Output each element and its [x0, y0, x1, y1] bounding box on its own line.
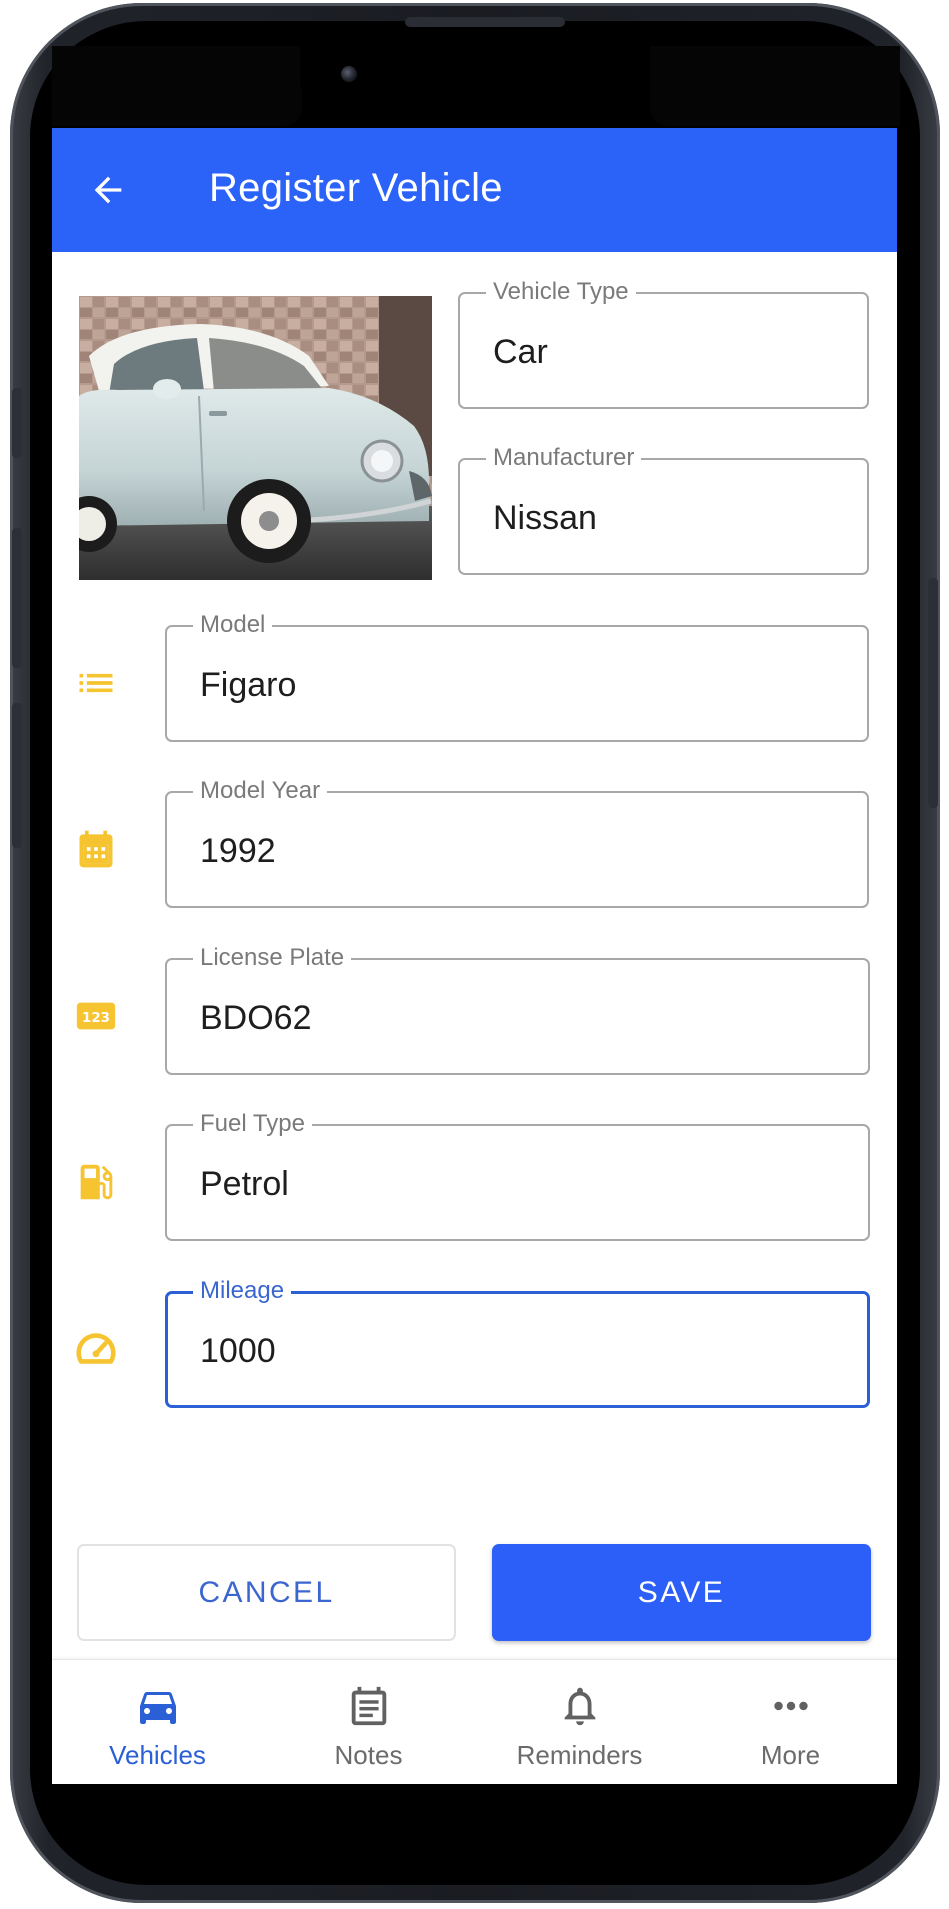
model-year-label: Model Year [193, 776, 328, 806]
mute-switch [12, 388, 22, 458]
fuel-type-field[interactable]: Fuel Type Petrol [165, 1109, 870, 1241]
notes-icon [345, 1682, 393, 1730]
front-camera [341, 66, 357, 82]
manufacturer-label: Manufacturer [486, 443, 642, 473]
model-label: Model [193, 610, 273, 640]
volume-down-button [12, 703, 22, 848]
status-area-right [650, 46, 900, 126]
vehicle-type-value: Car [493, 333, 548, 371]
back-button[interactable] [82, 164, 134, 216]
mileage-value: 1000 [200, 1332, 276, 1370]
license-plate-label: License Plate [193, 943, 352, 973]
arrow-left-icon [94, 176, 122, 204]
manufacturer-value: Nissan [493, 499, 597, 537]
manufacturer-field[interactable]: Manufacturer Nissan [458, 443, 869, 575]
nav-item-notes[interactable]: Notes [263, 1660, 474, 1784]
vehicle-type-label: Vehicle Type [486, 277, 636, 307]
car-photo[interactable] [79, 296, 432, 580]
vehicle-type-field[interactable]: Vehicle Type Car [458, 277, 869, 409]
bottom-navigation: Vehicles Notes Reminders More [52, 1659, 897, 1784]
list-icon [72, 659, 120, 707]
nav-label-more: More [760, 1740, 821, 1770]
model-year-value: 1992 [200, 832, 276, 870]
car-image [79, 296, 432, 580]
nav-label-notes: Notes [334, 1740, 403, 1770]
app-screen: Register Vehicle Vehicle Type Car Manufa… [52, 128, 897, 1784]
speaker-grille [405, 17, 565, 27]
svg-text:123: 123 [82, 1011, 110, 1026]
page-title: Register Vehicle [209, 166, 503, 210]
status-area-left [52, 46, 302, 126]
app-bar: Register Vehicle [52, 128, 897, 252]
calendar-icon [72, 825, 120, 873]
model-value: Figaro [200, 666, 297, 704]
bell-icon [556, 1682, 604, 1730]
fuel-type-label: Fuel Type [193, 1109, 312, 1139]
nav-item-more[interactable]: More [685, 1660, 896, 1784]
model-year-field[interactable]: Model Year 1992 [165, 776, 869, 908]
license-plate-value: BDO62 [200, 999, 312, 1037]
power-button [928, 578, 938, 808]
numeric-123-icon: 123 [72, 992, 120, 1040]
nav-item-reminders[interactable]: Reminders [474, 1660, 685, 1784]
nav-item-vehicles[interactable]: Vehicles [52, 1660, 263, 1784]
car-icon [134, 1682, 182, 1730]
license-plate-field[interactable]: License Plate BDO62 [165, 943, 870, 1075]
nav-label-vehicles: Vehicles [109, 1740, 206, 1770]
more-dots-icon [767, 1682, 815, 1730]
fuel-pump-icon [72, 1158, 120, 1206]
cancel-button[interactable]: CANCEL [77, 1544, 456, 1641]
save-button[interactable]: SAVE [492, 1544, 871, 1641]
volume-up-button [12, 528, 22, 668]
speedometer-icon [72, 1325, 120, 1373]
model-field[interactable]: Model Figaro [165, 610, 869, 742]
mileage-field[interactable]: Mileage 1000 [165, 1276, 870, 1408]
fuel-type-value: Petrol [200, 1165, 289, 1203]
mileage-label: Mileage [193, 1276, 292, 1306]
nav-label-reminders: Reminders [516, 1740, 643, 1770]
